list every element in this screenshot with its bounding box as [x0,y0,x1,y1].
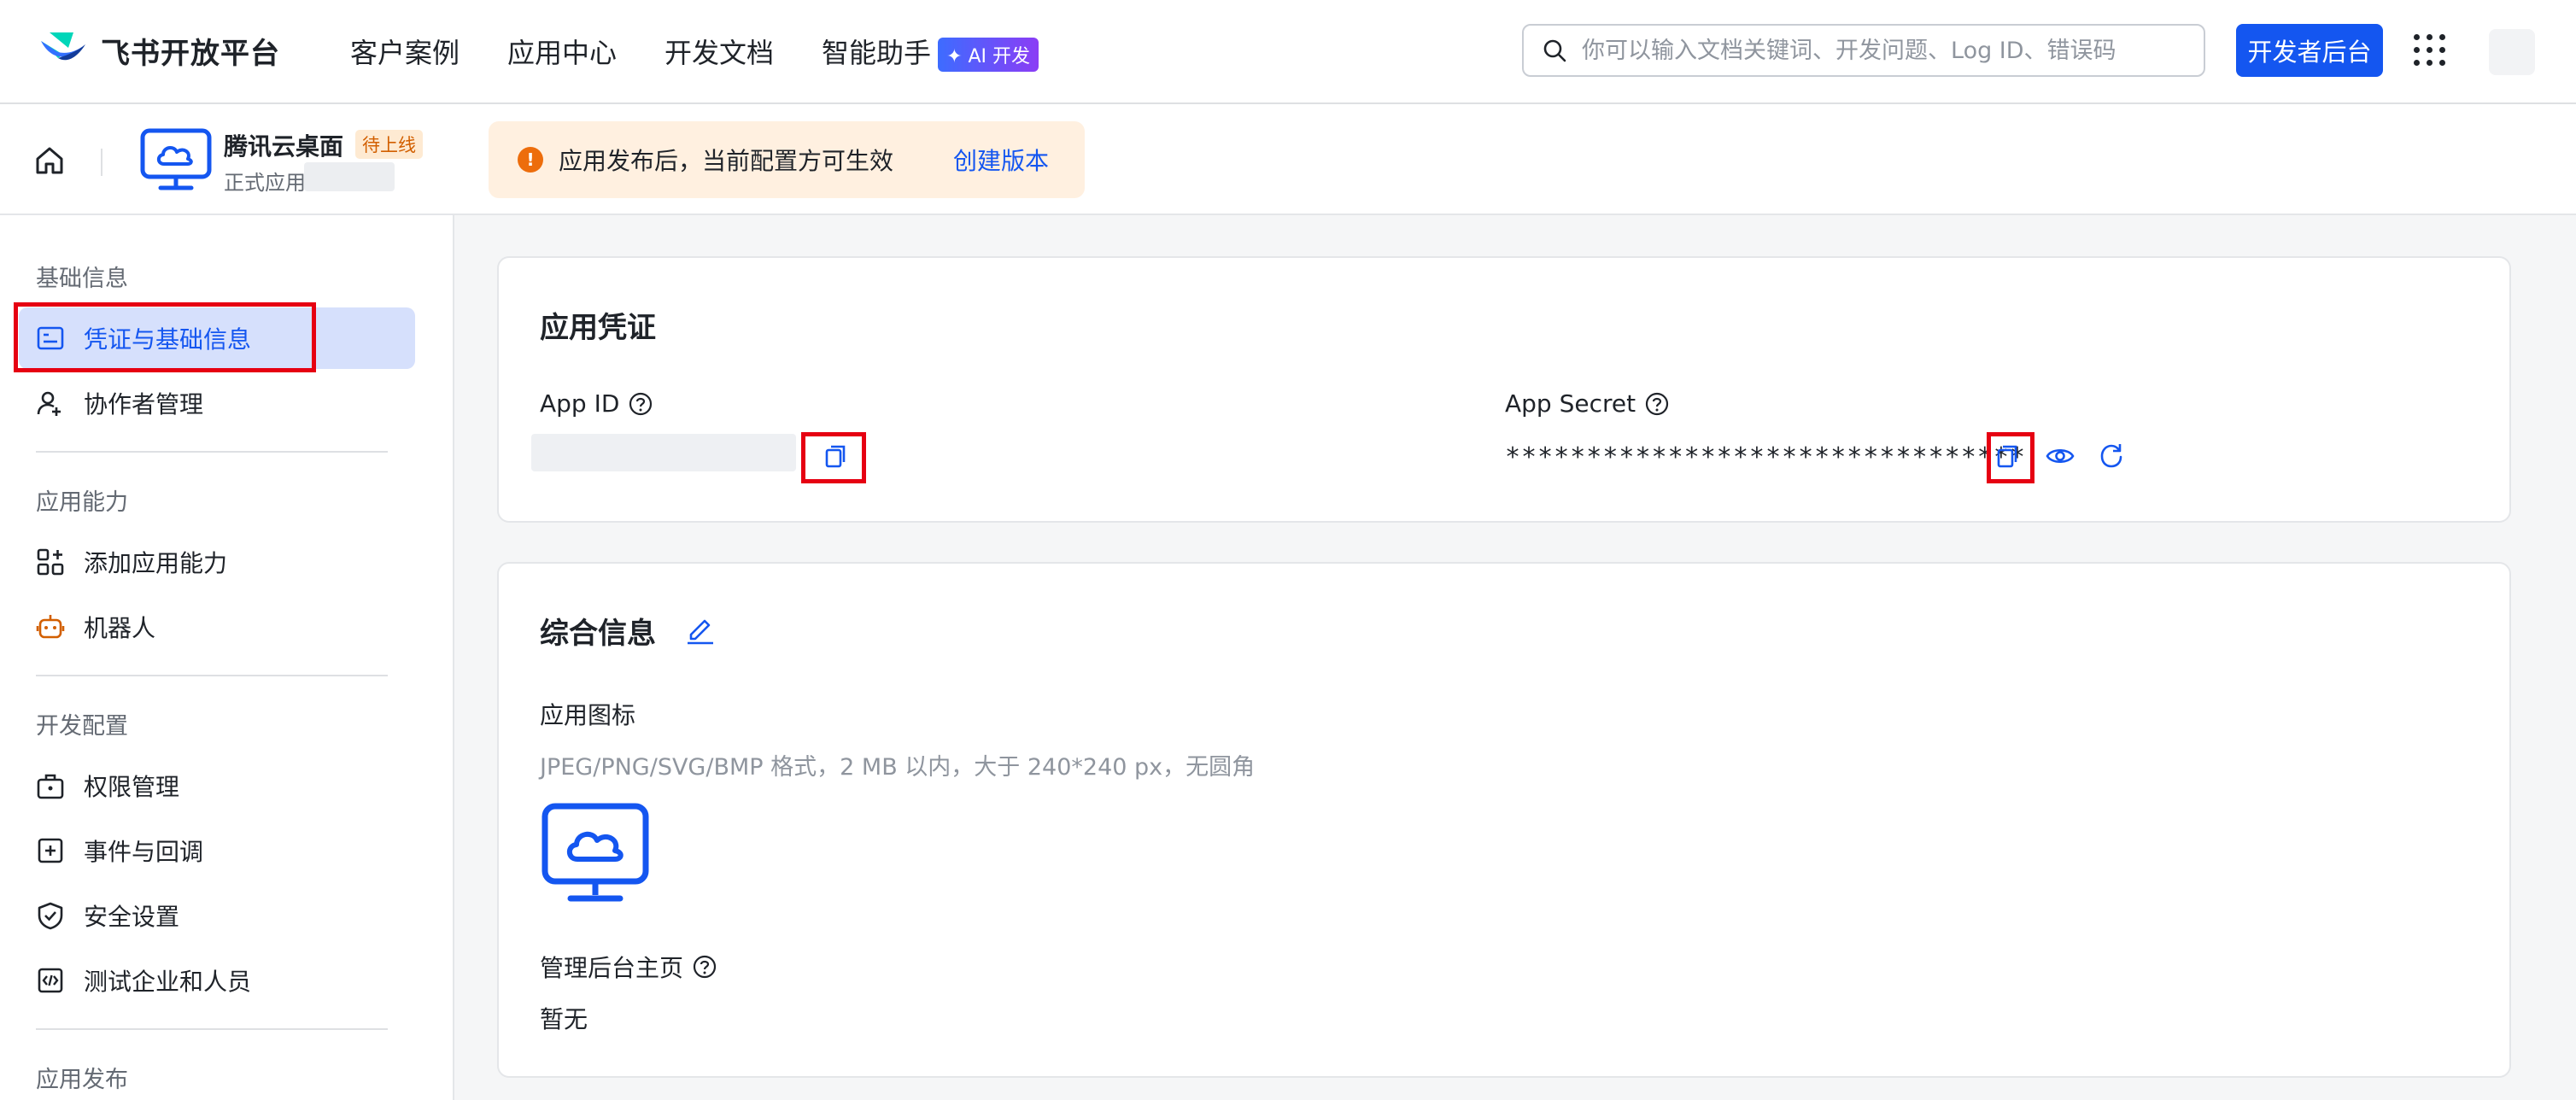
highlight-box [1987,432,2034,483]
search-input[interactable] [1580,36,2181,65]
app-bar-divider [101,149,102,176]
admin-home-label: 管理后台主页 [540,950,717,984]
app-id-redacted [531,434,796,471]
sidebar-item-label: 事件与回调 [84,838,204,866]
apps-add-icon [37,548,64,576]
sidebar-item-label: 测试企业和人员 [84,968,252,996]
avatar[interactable] [2489,29,2535,75]
app-name: 腾讯云桌面 [224,132,344,161]
sidebar-item-security[interactable]: 安全设置 [19,885,415,946]
highlight-box [14,302,316,372]
sidebar-item-events[interactable]: 事件与回调 [19,820,415,881]
nav-app-center[interactable]: 应用中心 [507,32,617,71]
edit-icon[interactable] [683,611,717,646]
nav-smart-assistant[interactable]: 智能助手 ✦ AI 开发 [822,32,1039,72]
feishu-bird-icon [41,32,85,61]
sidebar-item-add-capability[interactable]: 添加应用能力 [19,531,415,593]
credentials-title: 应用凭证 [540,311,656,345]
event-icon [38,838,63,863]
sidebar-item-label: 添加应用能力 [84,549,228,577]
sidebar-divider [36,1028,388,1030]
nav-dev-docs[interactable]: 开发文档 [664,32,774,71]
help-icon[interactable] [628,391,653,417]
robot-icon [36,615,65,639]
home-icon[interactable] [32,143,67,178]
apps-grid-icon[interactable] [2414,34,2446,67]
ai-badge: ✦ AI 开发 [938,37,1039,72]
sidebar-section-capabilities: 应用能力 [36,489,128,516]
publish-notice: ! 应用发布后，当前配置方可生效 创建版本 [489,121,1085,198]
general-info-title: 综合信息 [540,617,656,651]
search-box[interactable] [1522,24,2205,77]
app-secret-label: App Secret [1505,389,1670,418]
nav-customer-cases[interactable]: 客户案例 [350,32,460,71]
sidebar-divider [36,451,388,453]
app-icon-preview[interactable] [540,799,651,905]
lock-icon [37,774,64,799]
sidebar-section-basic: 基础信息 [36,266,128,292]
top-nav: 客户案例 应用中心 开发文档 智能助手 ✦ AI 开发 [350,0,1086,102]
app-icon-hint: JPEG/PNG/SVG/BMP 格式，2 MB 以内，大于 240*240 p… [540,754,1256,781]
sidebar-item-test-enterprise[interactable]: 测试企业和人员 [19,950,415,1011]
app-logo-icon [140,128,212,190]
general-info-card: 综合信息 应用图标 JPEG/PNG/SVG/BMP 格式，2 MB 以内，大于… [497,562,2511,1078]
sidebar-item-label: 安全设置 [84,903,180,931]
search-icon [1543,39,1566,62]
app-bar [0,104,2576,215]
sidebar-item-robot[interactable]: 机器人 [19,596,415,658]
sidebar-divider [36,675,388,676]
code-icon [38,968,63,993]
create-version-link[interactable]: 创建版本 [953,143,1049,177]
help-icon[interactable] [692,954,717,980]
feishu-logo[interactable]: 飞书开放平台 [38,29,280,72]
top-header: 飞书开放平台 客户案例 应用中心 开发文档 智能助手✦ AI 开发 开发者后台 [0,0,2576,104]
sidebar-item-label: 权限管理 [84,773,180,801]
shield-icon [38,902,63,930]
app-icon-label: 应用图标 [540,701,636,729]
app-secret-value: ******************************** [1505,442,2026,472]
sidebar-item-permissions[interactable]: 权限管理 [19,755,415,816]
sidebar-item-label: 机器人 [84,614,156,642]
sidebar-section-dev-config: 开发配置 [36,713,128,740]
refresh-secret-icon[interactable] [2094,439,2128,473]
sidebar-item-label: 协作者管理 [84,390,204,418]
developer-console-button[interactable]: 开发者后台 [2236,24,2383,77]
highlight-box [801,432,866,483]
admin-home-label-text: 管理后台主页 [540,954,684,982]
app-id-label: App ID [540,389,653,418]
app-type: 正式应用 [224,171,306,195]
app-secret-label-text: App Secret [1505,389,1636,418]
user-add-icon [37,391,61,416]
notice-text: 应用发布后，当前配置方可生效 [559,147,894,175]
sidebar-item-collaborators[interactable]: 协作者管理 [19,372,415,434]
nav-smart-assistant-label: 智能助手 [822,36,932,69]
credentials-card: 应用凭证 App ID App Secret *****************… [497,256,2511,523]
show-secret-eye-icon[interactable] [2043,439,2077,473]
warning-icon: ! [518,147,543,173]
logo-text: 飞书开放平台 [101,36,280,71]
app-id-label-text: App ID [540,389,620,418]
sidebar-section-publish: 应用发布 [36,1067,128,1093]
help-icon[interactable] [1644,391,1670,417]
status-badge: 待上线 [355,130,423,159]
admin-home-value: 暂无 [540,1005,588,1033]
app-type-redacted [304,162,395,191]
